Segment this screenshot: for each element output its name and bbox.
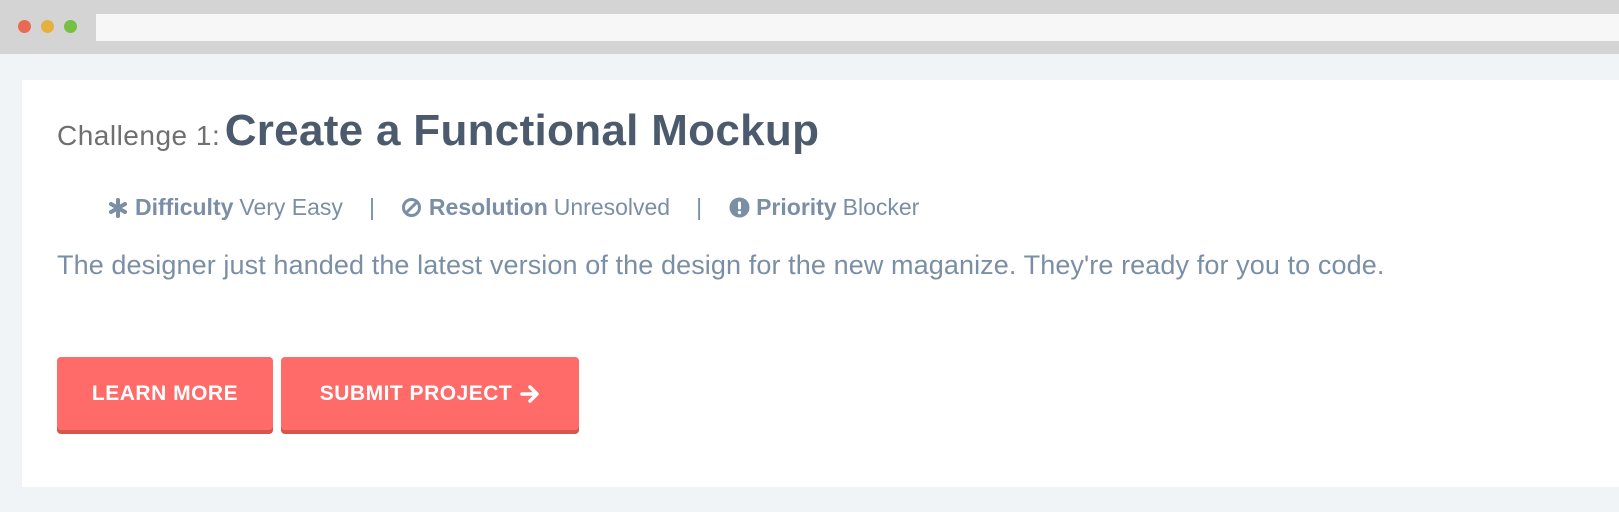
asterisk-icon [107,197,129,219]
challenge-heading: Challenge 1: Create a Functional Mockup [57,106,819,156]
submit-project-button[interactable]: SUBMIT PROJECT [281,357,579,430]
meta-resolution-value: Unresolved [553,194,671,220]
challenge-number: Challenge 1: [57,120,221,151]
window-maximize-dot[interactable] [64,20,77,33]
window-minimize-dot[interactable] [41,20,54,33]
ban-icon [401,197,423,219]
page-content: Challenge 1: Create a Functional Mockup … [0,54,1619,512]
challenge-card: Challenge 1: Create a Functional Mockup … [22,80,1619,487]
browser-chrome [0,0,1619,54]
challenge-description: The designer just handed the latest vers… [57,250,1385,280]
learn-more-label: LEARN MORE [91,381,239,405]
meta-resolution: Resolution Unresolved [401,194,670,221]
window-close-dot[interactable] [18,20,31,33]
arrow-right-icon [520,384,540,404]
meta-difficulty-label: Difficulty [135,194,234,220]
address-bar[interactable] [96,14,1619,41]
meta-separator: | [696,194,703,220]
meta-difficulty: Difficulty Very Easy [107,194,343,221]
learn-more-button[interactable]: LEARN MORE [57,357,273,430]
meta-separator: | [368,194,375,220]
meta-resolution-label: Resolution [428,194,548,220]
exclamation-circle-icon [728,197,750,219]
submit-project-label: SUBMIT PROJECT [319,381,513,405]
meta-priority-label: Priority [756,194,837,220]
challenge-meta: Difficulty Very Easy | Resolution Unreso… [107,194,919,221]
meta-priority: Priority Blocker [728,194,919,221]
meta-difficulty-value: Very Easy [239,194,343,220]
challenge-title: Create a Functional Mockup [224,106,820,155]
meta-priority-value: Blocker [842,194,920,220]
